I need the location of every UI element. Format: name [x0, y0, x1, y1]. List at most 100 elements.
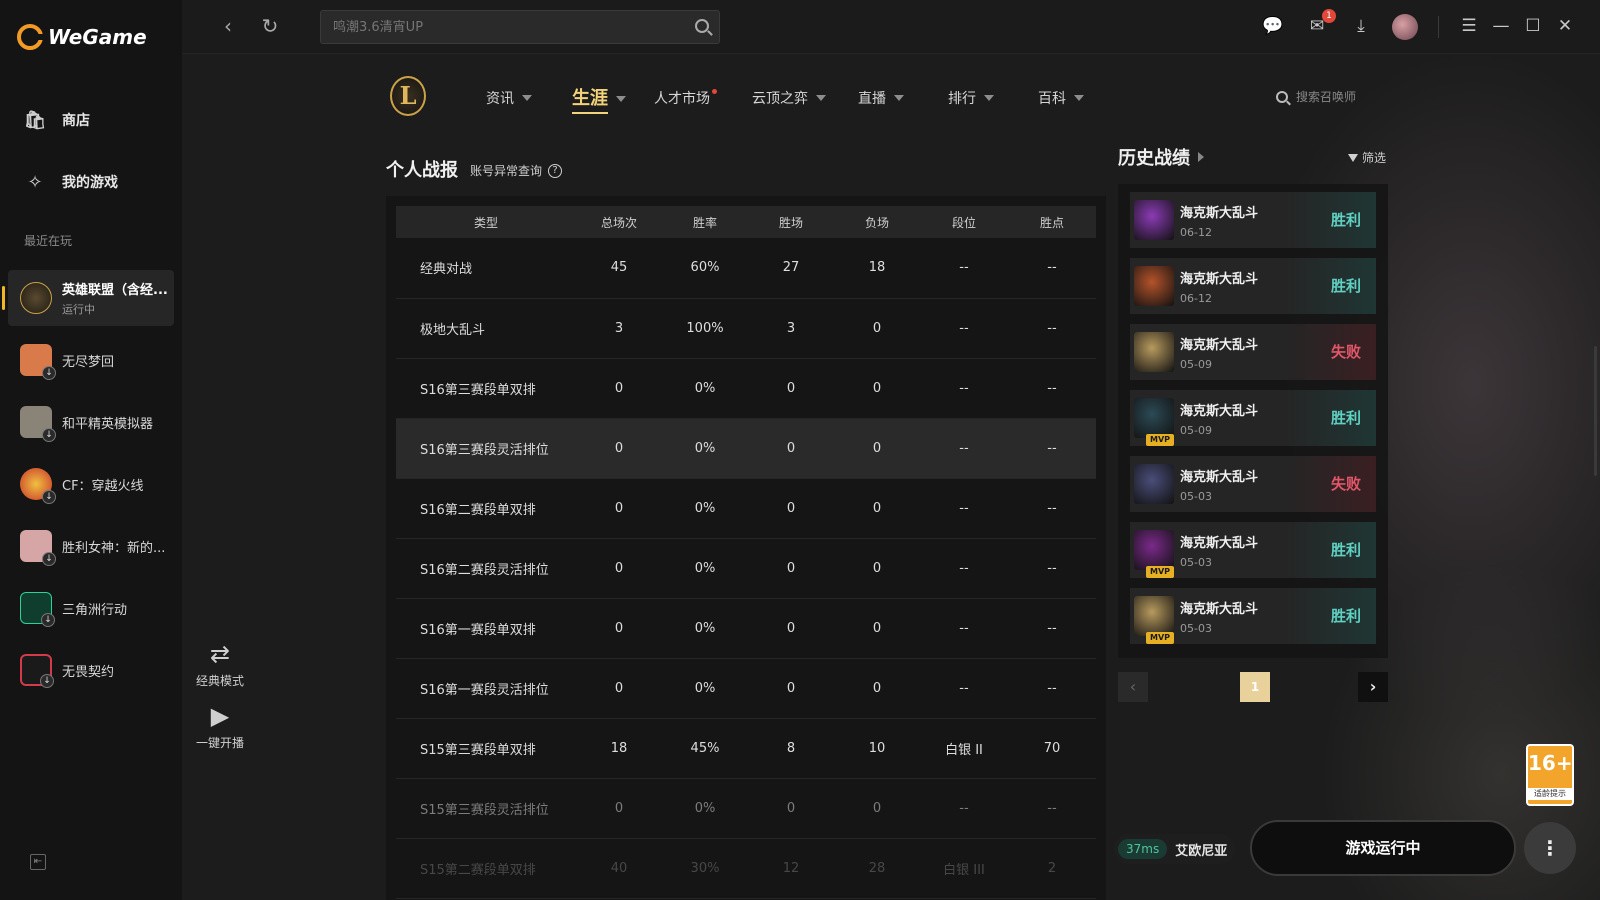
collapse-sidebar-icon[interactable]: ⇤	[30, 854, 46, 870]
game-name: 无尽梦回	[62, 354, 115, 370]
column-header: 段位	[920, 206, 1008, 238]
table-cell: 0	[748, 478, 834, 539]
sidebar-item-label: 我的游戏	[62, 175, 118, 191]
search-input[interactable]	[321, 11, 719, 43]
match-card[interactable]: 海克斯大乱斗 06-12 胜利	[1130, 192, 1376, 248]
tab-career[interactable]: 生涯	[572, 84, 626, 114]
tab-live[interactable]: 直播	[858, 88, 904, 108]
champion-avatar	[1134, 398, 1174, 438]
mvp-badge: MVP	[1146, 632, 1174, 644]
table-cell: 0%	[662, 598, 748, 659]
defeat-badge: 失败	[1286, 324, 1376, 380]
chevron-right-icon	[1198, 152, 1204, 162]
server-selector[interactable]: 37ms 艾欧尼亚	[1114, 834, 1236, 864]
recent-game-item[interactable]: ↓ 胜利女神：新的...	[8, 518, 174, 574]
table-cell: 0	[834, 478, 920, 539]
page-number-button[interactable]: 1	[1240, 672, 1270, 702]
next-page-button[interactable]: ›	[1358, 672, 1388, 702]
download-icon: ↓	[42, 552, 56, 566]
close-icon[interactable]: ✕	[1554, 15, 1576, 37]
recent-game-lol[interactable]: 英雄联盟（含经... 运行中	[2, 270, 174, 326]
table-row[interactable]: S16第三赛段单双排 0 0% 0 0 -- --	[396, 358, 1096, 419]
match-mode: 海克斯大乱斗	[1180, 272, 1259, 287]
account-anomaly-link[interactable]: 账号异常查询 ?	[470, 162, 563, 179]
maximize-icon[interactable]: ☐	[1522, 15, 1544, 37]
recent-game-item[interactable]: ↓ 三角洲行动	[8, 580, 174, 636]
match-date: 05-09	[1180, 424, 1212, 437]
table-row[interactable]: 经典对战 45 60% 27 18 -- --	[396, 238, 1096, 299]
match-card[interactable]: MVP 海克斯大乱斗 05-09 胜利	[1130, 390, 1376, 446]
table-cell: 0	[834, 658, 920, 719]
table-row[interactable]: S15第三赛段单双排 18 45% 8 10 白银 II 70	[396, 718, 1096, 779]
tab-tft[interactable]: 云顶之弈	[752, 88, 826, 108]
sidebar-item-store[interactable]: 🛍 商店	[23, 109, 90, 131]
recent-game-item[interactable]: ↓ 和平精英模拟器	[8, 394, 174, 450]
prev-page-button[interactable]: ‹	[1118, 672, 1148, 702]
table-cell: 0	[576, 538, 662, 599]
table-cell: 40	[576, 838, 662, 899]
match-card[interactable]: MVP 海克斯大乱斗 05-03 胜利	[1130, 588, 1376, 644]
minimize-icon[interactable]: —	[1490, 15, 1512, 37]
recent-game-item[interactable]: ↓ CF：穿越火线	[8, 456, 174, 512]
match-card[interactable]: 海克斯大乱斗 05-03 失败	[1130, 456, 1376, 512]
tab-talent-market[interactable]: 人才市场	[654, 88, 723, 108]
sidebar-item-my-games[interactable]: ✧ 我的游戏	[24, 172, 118, 193]
help-icon[interactable]: ?	[548, 163, 563, 178]
game-running-button[interactable]: 游戏运行中	[1250, 820, 1516, 876]
table-row[interactable]: S16第二赛段灵活排位 0 0% 0 0 -- --	[396, 538, 1096, 599]
lol-logo[interactable]: L	[390, 76, 426, 116]
recent-game-item[interactable]: ↓ 无尽梦回	[8, 332, 174, 388]
recent-game-item[interactable]: ↓ 无畏契约	[8, 642, 174, 698]
global-search	[320, 10, 720, 44]
summoner-search[interactable]: 搜索召唤师	[1276, 88, 1356, 105]
video-camera-icon: ▶	[210, 702, 230, 730]
game-icon: ↓	[20, 530, 56, 566]
tab-wiki[interactable]: 百科	[1038, 88, 1084, 108]
table-row[interactable]: S16第三赛段灵活排位 0 0% 0 0 -- --	[396, 418, 1096, 479]
table-cell: 0	[834, 778, 920, 839]
menu-icon[interactable]: ☰	[1458, 15, 1480, 37]
classic-mode-button[interactable]: ⇄ 经典模式	[190, 640, 250, 689]
avatar[interactable]	[1392, 14, 1418, 40]
tab-ranking[interactable]: 排行	[948, 88, 994, 108]
table-cell: 0%	[662, 478, 748, 539]
filter-icon	[1348, 153, 1358, 162]
filter-button[interactable]: 筛选	[1348, 149, 1386, 166]
match-mode: 海克斯大乱斗	[1180, 536, 1259, 551]
wegame-logo[interactable]: WeGame	[17, 24, 147, 50]
table-cell: 0	[748, 778, 834, 839]
table-cell: 0	[834, 538, 920, 599]
match-card[interactable]: 海克斯大乱斗 05-09 失败	[1130, 324, 1376, 380]
table-row[interactable]: S16第一赛段灵活排位 0 0% 0 0 -- --	[396, 658, 1096, 719]
match-history-title[interactable]: 历史战绩	[1118, 144, 1204, 170]
table-row[interactable]: S16第二赛段单双排 0 0% 0 0 -- --	[396, 478, 1096, 539]
back-arrow-icon[interactable]: ‹	[216, 14, 240, 38]
scrollbar[interactable]	[1594, 346, 1597, 476]
store-bag-icon: 🛍	[23, 109, 47, 131]
download-icon: ↓	[42, 428, 56, 442]
match-date: 06-12	[1180, 292, 1212, 305]
tab-label: 直播	[858, 91, 886, 107]
download-icon: ↓	[42, 366, 56, 380]
match-card[interactable]: 海克斯大乱斗 06-12 胜利	[1130, 258, 1376, 314]
chat-icon[interactable]: 💬	[1262, 15, 1284, 37]
download-manager-icon[interactable]: ⤓	[1350, 15, 1372, 37]
more-options-icon[interactable]: ⋮	[1524, 822, 1576, 874]
table-cell: 3	[748, 298, 834, 359]
notification-dot-icon	[712, 88, 717, 94]
table-row[interactable]: S16第一赛段单双排 0 0% 0 0 -- --	[396, 598, 1096, 659]
age-rating-badge[interactable]: 16+ 适龄提示	[1526, 744, 1574, 806]
match-mode: 海克斯大乱斗	[1180, 602, 1259, 617]
start-stream-button[interactable]: ▶ 一键开播	[190, 702, 250, 751]
table-row[interactable]: S15第二赛段单双排 40 30% 12 28 白银 III 2	[396, 838, 1096, 899]
table-cell: 12	[748, 838, 834, 899]
tab-news[interactable]: 资讯	[486, 88, 532, 108]
search-icon[interactable]	[695, 19, 709, 33]
table-row[interactable]: S15第三赛段灵活排位 0 0% 0 0 -- --	[396, 778, 1096, 839]
table-cell: 27	[748, 238, 834, 299]
table-row[interactable]: 极地大乱斗 3 100% 3 0 -- --	[396, 298, 1096, 359]
table-cell: --	[1008, 358, 1096, 419]
mail-icon[interactable]: ✉ 1	[1306, 9, 1336, 37]
refresh-icon[interactable]: ↻	[258, 14, 282, 38]
match-card[interactable]: MVP 海克斯大乱斗 05-03 胜利	[1130, 522, 1376, 578]
